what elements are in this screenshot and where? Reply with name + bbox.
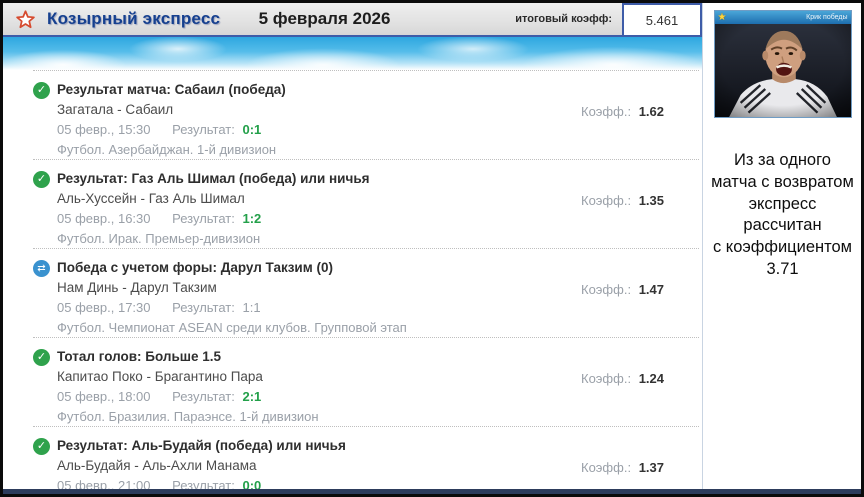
- ticket-header: Козырный экспресс 5 февраля 2026 итоговы…: [3, 3, 702, 37]
- bet-league: Футбол. Чемпионат ASEAN среди клубов. Гр…: [57, 318, 572, 337]
- bet-meta-line: 05 февр., 15:30 Результат: 0:1: [57, 120, 572, 139]
- footballer-scream-photo: [715, 24, 851, 118]
- bet-item[interactable]: ✓ Результат: Газ Аль Шимал (победа) или …: [3, 159, 702, 248]
- bet-datetime: 05 февр., 17:30: [57, 300, 151, 315]
- bet-coeff-value: 1.62: [639, 104, 664, 119]
- bet-meta-line: 05 февр., 18:00 Результат: 2:1: [57, 387, 572, 406]
- bet-league: Футбол. Ирак. Премьер-дивизион: [57, 229, 572, 248]
- win-check-icon: ✓: [33, 171, 50, 188]
- page-title: Козырный экспресс: [47, 9, 220, 29]
- total-coeff-group: итоговый коэфф: 5.461: [515, 3, 702, 35]
- win-check-icon: ✓: [33, 438, 50, 455]
- bet-coeff-value: 1.47: [639, 282, 664, 297]
- bet-match-teams: Капитао Поко - Брагантино Пара: [57, 367, 572, 386]
- bottom-bar: [3, 489, 861, 494]
- bet-datetime: 05 февр., 18:00: [57, 389, 151, 404]
- bet-title: Результат: Газ Аль Шимал (победа) или ни…: [57, 170, 572, 188]
- coeff-label: Коэфф.:: [581, 104, 631, 119]
- total-coeff-label: итоговый коэфф:: [515, 13, 612, 25]
- bet-league: Футбол. Бразилия. Параэнсе. 1-й дивизион: [57, 407, 572, 426]
- bet-result-score: 0:1: [243, 122, 262, 137]
- result-label: Результат:: [172, 211, 235, 226]
- bet-item[interactable]: ✓ Результат матча: Сабаил (победа) Загат…: [3, 70, 702, 159]
- bet-coeff: Коэфф.: 1.62: [581, 104, 664, 119]
- bet-slip-panel: Козырный экспресс 5 февраля 2026 итоговы…: [3, 3, 703, 489]
- bet-list: ✓ Результат матча: Сабаил (победа) Загат…: [3, 70, 702, 487]
- bet-coeff: Коэфф.: 1.35: [581, 193, 664, 208]
- bet-result-score: 1:1: [243, 300, 261, 315]
- bet-meta-line: 05 февр., 17:30 Результат: 1:1: [57, 298, 572, 317]
- bet-datetime: 05 февр., 15:30: [57, 122, 151, 137]
- bet-result-score: 1:2: [243, 211, 262, 226]
- bet-item[interactable]: ✓ Результат: Аль-Будайя (победа) или нич…: [3, 426, 702, 497]
- coeff-label: Коэфф.:: [581, 282, 631, 297]
- bet-title: Победа с учетом форы: Дарул Такзим (0): [57, 259, 572, 277]
- bet-coeff-value: 1.35: [639, 193, 664, 208]
- bet-coeff-value: 1.37: [639, 460, 664, 475]
- bet-title: Тотал голов: Больше 1.5: [57, 348, 572, 366]
- result-label: Результат:: [172, 300, 235, 315]
- bet-match-teams: Загатала - Сабаил: [57, 100, 572, 119]
- bet-league: Футбол. Азербайджан. 1-й дивизион: [57, 140, 572, 159]
- bet-meta-line: 05 февр., 16:30 Результат: 1:2: [57, 209, 572, 228]
- photo-title-bar: ★ Крик победы: [715, 11, 851, 24]
- win-check-icon: ✓: [33, 349, 50, 366]
- photo-caption: Крик победы: [806, 14, 847, 21]
- bet-result-score: 2:1: [243, 389, 262, 404]
- bet-coeff: Коэфф.: 1.24: [581, 371, 664, 386]
- bet-datetime: 05 февр., 16:30: [57, 211, 151, 226]
- bet-coeff-value: 1.24: [639, 371, 664, 386]
- total-coeff-value: 5.461: [622, 3, 702, 37]
- refund-icon: ⇄: [33, 260, 50, 277]
- bet-item[interactable]: ✓ Тотал голов: Больше 1.5 Капитао Поко -…: [3, 337, 702, 426]
- bet-match-teams: Аль-Хуссейн - Газ Аль Шимал: [57, 189, 572, 208]
- express-ticket-window: Козырный экспресс 5 февраля 2026 итоговы…: [0, 0, 864, 497]
- bet-match-teams: Нам Динь - Дарул Такзим: [57, 278, 572, 297]
- coeff-label: Коэфф.:: [581, 193, 631, 208]
- ticket-date: 5 февраля 2026: [259, 9, 391, 29]
- coeff-label: Коэфф.:: [581, 371, 631, 386]
- bet-item[interactable]: ⇄ Победа с учетом форы: Дарул Такзим (0)…: [3, 248, 702, 337]
- bet-coeff: Коэфф.: 1.47: [581, 282, 664, 297]
- bet-match-teams: Аль-Будайя - Аль-Ахли Манама: [57, 456, 572, 475]
- player-photo-card: ★ Крик победы: [714, 10, 852, 118]
- bet-coeff: Коэфф.: 1.37: [581, 460, 664, 475]
- win-check-icon: ✓: [33, 82, 50, 99]
- sky-banner: [3, 37, 702, 70]
- bet-title: Результат: Аль-Будайя (победа) или ничья: [57, 437, 572, 455]
- result-label: Результат:: [172, 389, 235, 404]
- coeff-label: Коэфф.:: [581, 460, 631, 475]
- sidebar: ★ Крик победы: [704, 3, 861, 489]
- bet-title: Результат матча: Сабаил (победа): [57, 81, 572, 99]
- result-label: Результат:: [172, 122, 235, 137]
- trump-star-icon: [15, 9, 36, 30]
- express-note-text: Из за одного матча с возвратом экспресс …: [705, 150, 861, 281]
- photo-star-icon: ★: [718, 13, 727, 23]
